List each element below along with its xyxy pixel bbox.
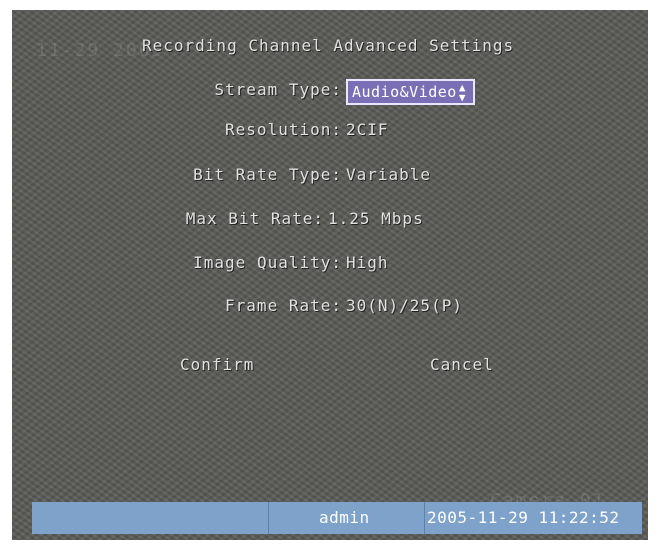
bit-rate-type-row: Bit Rate Type: xyxy=(12,165,342,189)
status-bar-blank-cell xyxy=(32,502,269,534)
confirm-button[interactable]: Confirm xyxy=(180,355,254,374)
resolution-value: 2CIF xyxy=(346,120,389,139)
dialog-title: Recording Channel Advanced Settings xyxy=(142,36,515,55)
image-quality-field[interactable]: High xyxy=(346,253,389,272)
current-user: admin xyxy=(319,508,370,527)
stream-type-row: Stream Type: xyxy=(12,80,342,104)
frame-rate-row: Frame Rate: xyxy=(12,296,342,320)
video-screen: 11-29 2005 Camera 01 Recording Channel A… xyxy=(12,10,648,540)
image-quality-row: Image Quality: xyxy=(12,253,342,277)
stream-type-label: Stream Type: xyxy=(214,80,342,99)
max-bit-rate-label: Max Bit Rate: xyxy=(185,209,324,228)
cancel-button[interactable]: Cancel xyxy=(430,355,494,374)
datetime-display: 2005-11-29 11:22:52 xyxy=(427,508,620,527)
resolution-row: Resolution: xyxy=(12,120,342,144)
status-bar-user-cell: admin xyxy=(269,502,425,534)
stream-type-select[interactable]: Audio&Video ▲ ▼ xyxy=(346,79,475,105)
frame-rate-field[interactable]: 30(N)/25(P) xyxy=(346,296,463,315)
frame-rate-label: Frame Rate: xyxy=(225,296,342,315)
image-quality-label: Image Quality: xyxy=(193,253,342,272)
status-bar-clock-cell: 2005-11-29 11:22:52 xyxy=(425,502,641,534)
resolution-label: Resolution: xyxy=(225,120,342,139)
bit-rate-type-label: Bit Rate Type: xyxy=(193,165,342,184)
max-bit-rate-field[interactable]: 1.25 Mbps xyxy=(328,209,424,228)
bit-rate-type-field[interactable]: Variable xyxy=(346,165,431,184)
max-bit-rate-row: Max Bit Rate: xyxy=(12,209,324,233)
status-bar: admin 2005-11-29 11:22:52 xyxy=(32,502,642,534)
stream-type-value: Audio&Video xyxy=(352,83,457,101)
up-down-arrows-icon: ▲ ▼ xyxy=(458,80,466,104)
